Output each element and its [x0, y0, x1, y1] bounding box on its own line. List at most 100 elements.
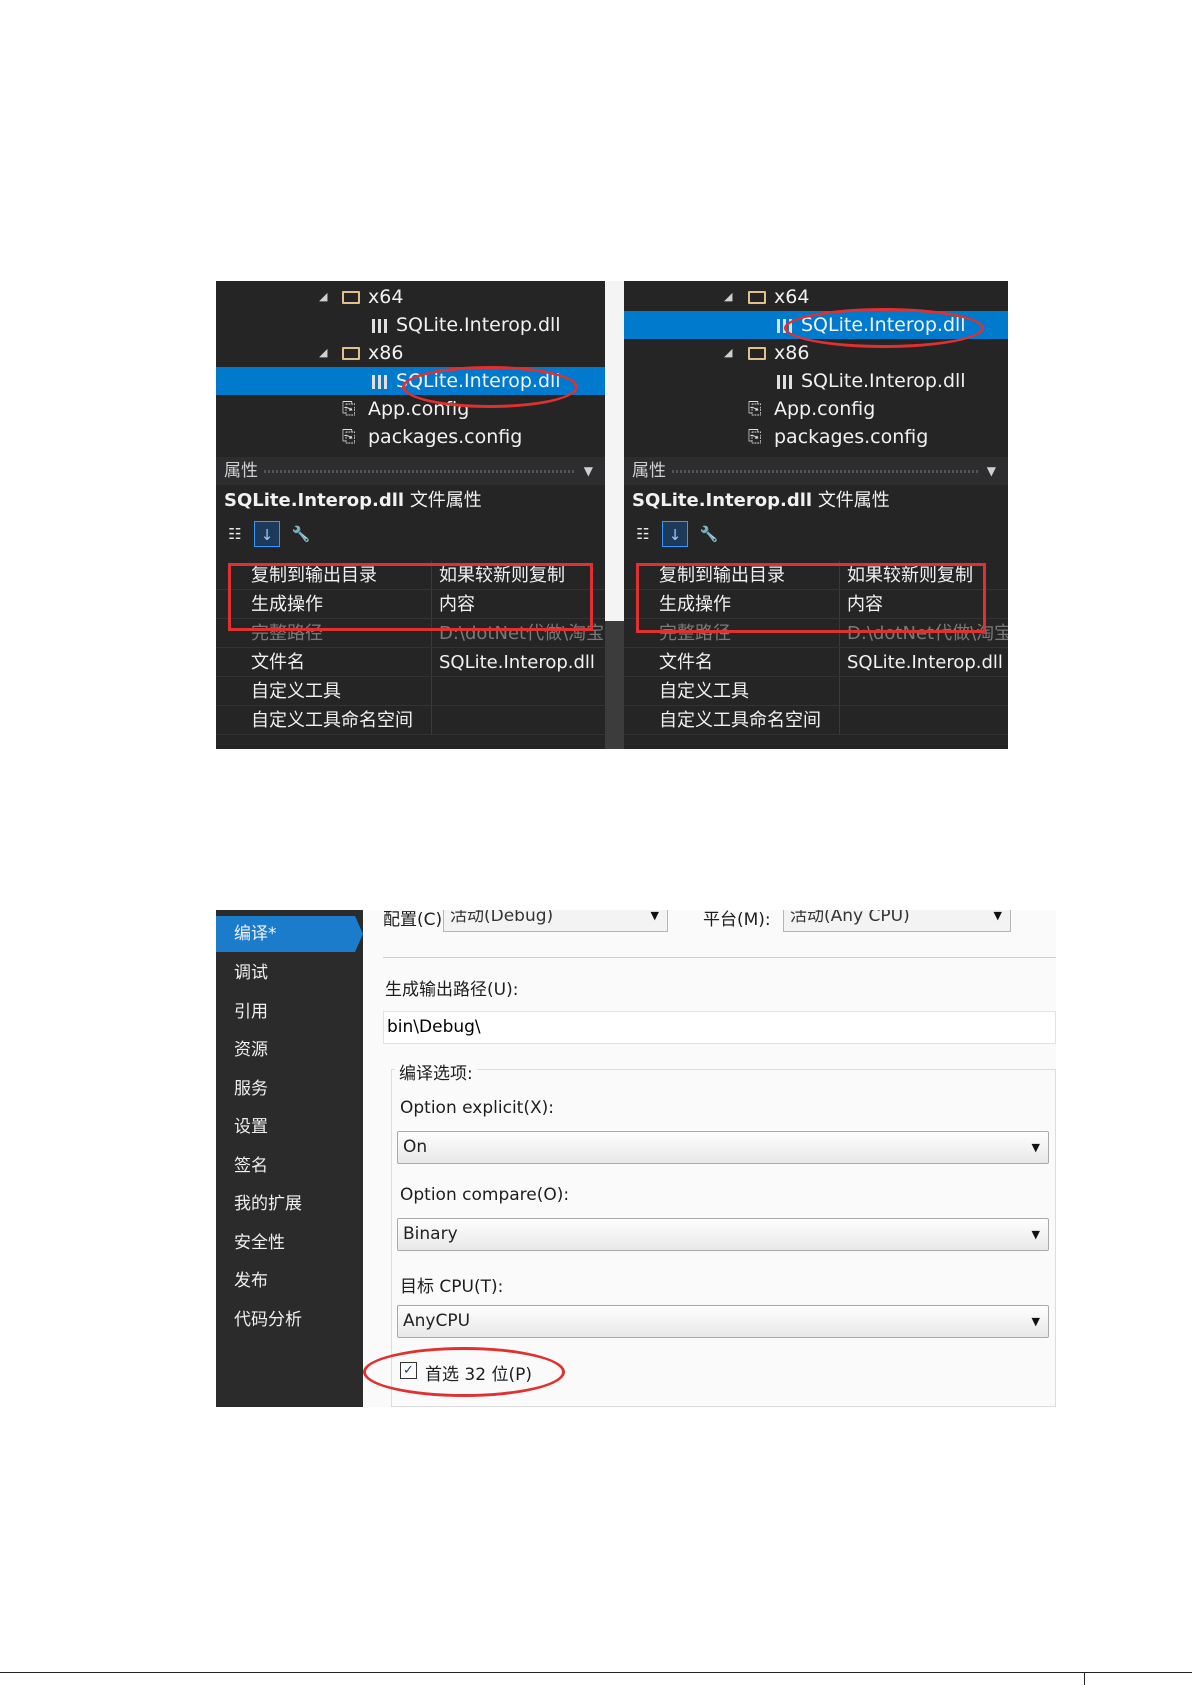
tree-folder-x86[interactable]: ◢ x86: [624, 339, 1008, 367]
tree-item-dll[interactable]: SQLite.Interop.dll: [216, 311, 605, 339]
properties-header-label: 属性: [224, 461, 258, 481]
nav-item-settings[interactable]: 设置: [216, 1109, 363, 1145]
property-name: 自定义工具命名空间: [659, 710, 821, 731]
solution-tree: ◢ x64 SQLite.Interop.dll ◢ x86 SQLite.In…: [216, 281, 605, 448]
categorized-icon[interactable]: ☷: [630, 521, 656, 547]
properties-object-type: 文件属性: [817, 490, 890, 511]
dropdown-arrow-icon: ▼: [650, 910, 659, 922]
expand-arrow-icon[interactable]: ◢: [724, 283, 732, 311]
target-cpu-select[interactable]: AnyCPU ▼: [397, 1305, 1049, 1338]
nav-item-label: 我的扩展: [234, 1194, 302, 1214]
property-row-file-name[interactable]: 文件名 SQLite.Interop.dll: [624, 648, 1008, 677]
property-row-custom-tool[interactable]: 自定义工具: [216, 677, 605, 706]
property-value[interactable]: SQLite.Interop.dll: [847, 648, 1003, 676]
nav-item-label: 资源: [234, 1040, 268, 1060]
solution-tree: ◢ x64 SQLite.Interop.dll ◢ x86 SQLite.In…: [624, 281, 1008, 448]
tree-folder-x86[interactable]: ◢ x86: [216, 339, 605, 367]
nav-item-label: 服务: [234, 1079, 268, 1099]
target-cpu-label: 目标 CPU(T):: [400, 1277, 504, 1297]
config-file-icon: ⎘: [748, 399, 762, 419]
tree-item-label: x86: [368, 342, 404, 364]
configuration-select[interactable]: 活动(Debug) ▼: [443, 910, 668, 932]
properties-title: SQLite.Interop.dll 文件属性: [216, 485, 605, 517]
tree-item-packages-config[interactable]: ⎘ packages.config: [624, 423, 1008, 448]
option-explicit-select[interactable]: On ▼: [397, 1131, 1049, 1164]
nav-item-label: 签名: [234, 1156, 268, 1176]
properties-object-name: SQLite.Interop.dll: [632, 490, 813, 511]
output-path-input[interactable]: bin\Debug\: [383, 1011, 1056, 1044]
nav-item-resources[interactable]: 资源: [216, 1032, 363, 1068]
tree-item-label: SQLite.Interop.dll: [801, 370, 966, 392]
target-cpu-value: AnyCPU: [403, 1311, 471, 1331]
platform-select[interactable]: 活动(Any CPU) ▼: [783, 910, 1011, 932]
tree-item-label: SQLite.Interop.dll: [396, 314, 561, 336]
categorized-icon[interactable]: ☷: [222, 521, 248, 547]
properties-pane-header: 属性 ▼: [624, 457, 1008, 485]
properties-screenshot-right: ◢ x64 SQLite.Interop.dll ◢ x86 SQLite.In…: [624, 281, 1008, 749]
folder-icon: [748, 291, 766, 304]
expand-arrow-icon[interactable]: ◢: [319, 283, 327, 311]
tree-item-packages-config[interactable]: ⎘ packages.config: [216, 423, 605, 448]
property-row-custom-tool-namespace[interactable]: 自定义工具命名空间: [216, 706, 605, 735]
properties-screenshot-left: ◢ x64 SQLite.Interop.dll ◢ x86 SQLite.In…: [216, 281, 605, 749]
property-name: 自定义工具命名空间: [251, 710, 413, 731]
properties-toolbar: ☷ ↓ 🔧: [216, 519, 605, 549]
tree-folder-x64[interactable]: ◢ x64: [216, 283, 605, 311]
header-grip: [264, 470, 575, 473]
platform-value: 活动(Any CPU): [790, 910, 910, 926]
nav-item-security[interactable]: 安全性: [216, 1225, 363, 1261]
page-rule: [0, 1672, 1192, 1673]
dropdown-caret-icon[interactable]: ▼: [584, 457, 593, 485]
alphabetical-sort-icon[interactable]: ↓: [662, 521, 688, 547]
tree-folder-x64[interactable]: ◢ x64: [624, 283, 1008, 311]
nav-item-label: 代码分析: [234, 1310, 302, 1330]
output-path-label: 生成输出路径(U):: [385, 980, 519, 1000]
properties-object-name: SQLite.Interop.dll: [224, 490, 405, 511]
property-row-file-name[interactable]: 文件名 SQLite.Interop.dll: [216, 648, 605, 677]
option-compare-label: Option compare(O):: [400, 1185, 570, 1205]
output-path-value: bin\Debug\: [387, 1017, 481, 1037]
alphabetical-sort-icon[interactable]: ↓: [254, 521, 280, 547]
nav-item-label: 调试: [234, 963, 268, 983]
property-value[interactable]: SQLite.Interop.dll: [439, 648, 595, 676]
property-row-custom-tool-namespace[interactable]: 自定义工具命名空间: [624, 706, 1008, 735]
tree-item-label: x64: [774, 286, 810, 308]
separator: [383, 957, 1056, 958]
property-row-custom-tool[interactable]: 自定义工具: [624, 677, 1008, 706]
dropdown-arrow-icon: ▼: [1031, 1228, 1040, 1241]
highlight-rectangle: [636, 563, 986, 633]
properties-pane-header: 属性 ▼: [216, 457, 605, 485]
nav-item-publish[interactable]: 发布: [216, 1263, 363, 1299]
tree-item-label: packages.config: [774, 426, 929, 448]
highlight-rectangle: [228, 563, 593, 631]
configuration-label: 配置(C):: [383, 910, 448, 930]
expand-arrow-icon[interactable]: ◢: [724, 339, 732, 367]
tree-item-app-config[interactable]: ⎘ App.config: [624, 395, 1008, 423]
nav-item-my-extensions[interactable]: 我的扩展: [216, 1186, 363, 1222]
project-properties-screenshot: 编译* 调试 引用 资源 服务 设置 签名 我的扩展 安全性 发布 代码分析 配…: [216, 910, 1056, 1407]
dropdown-arrow-icon: ▼: [1031, 1141, 1040, 1154]
nav-item-debug[interactable]: 调试: [216, 955, 363, 991]
panel-divider: [605, 281, 624, 749]
compile-page: 配置(C): 活动(Debug) ▼ 平台(M): 活动(Any CPU) ▼ …: [363, 910, 1056, 1407]
wrench-icon[interactable]: 🔧: [696, 521, 722, 547]
property-name: 文件名: [251, 652, 305, 673]
nav-item-code-analysis[interactable]: 代码分析: [216, 1302, 363, 1338]
dropdown-caret-icon[interactable]: ▼: [987, 457, 996, 485]
tree-item-label: x86: [774, 342, 810, 364]
folder-icon: [748, 347, 766, 360]
nav-item-signing[interactable]: 签名: [216, 1148, 363, 1184]
folder-icon: [342, 291, 360, 304]
header-grip: [672, 470, 978, 473]
nav-item-compile[interactable]: 编译*: [216, 916, 363, 952]
folder-icon: [342, 347, 360, 360]
nav-item-references[interactable]: 引用: [216, 994, 363, 1030]
option-compare-select[interactable]: Binary ▼: [397, 1218, 1049, 1251]
tree-item-dll[interactable]: SQLite.Interop.dll: [624, 367, 1008, 395]
properties-title: SQLite.Interop.dll 文件属性: [624, 485, 1008, 517]
wrench-icon[interactable]: 🔧: [288, 521, 314, 547]
nav-item-services[interactable]: 服务: [216, 1071, 363, 1107]
highlight-ellipse: [402, 366, 578, 408]
option-explicit-value: On: [403, 1137, 428, 1157]
expand-arrow-icon[interactable]: ◢: [319, 339, 327, 367]
